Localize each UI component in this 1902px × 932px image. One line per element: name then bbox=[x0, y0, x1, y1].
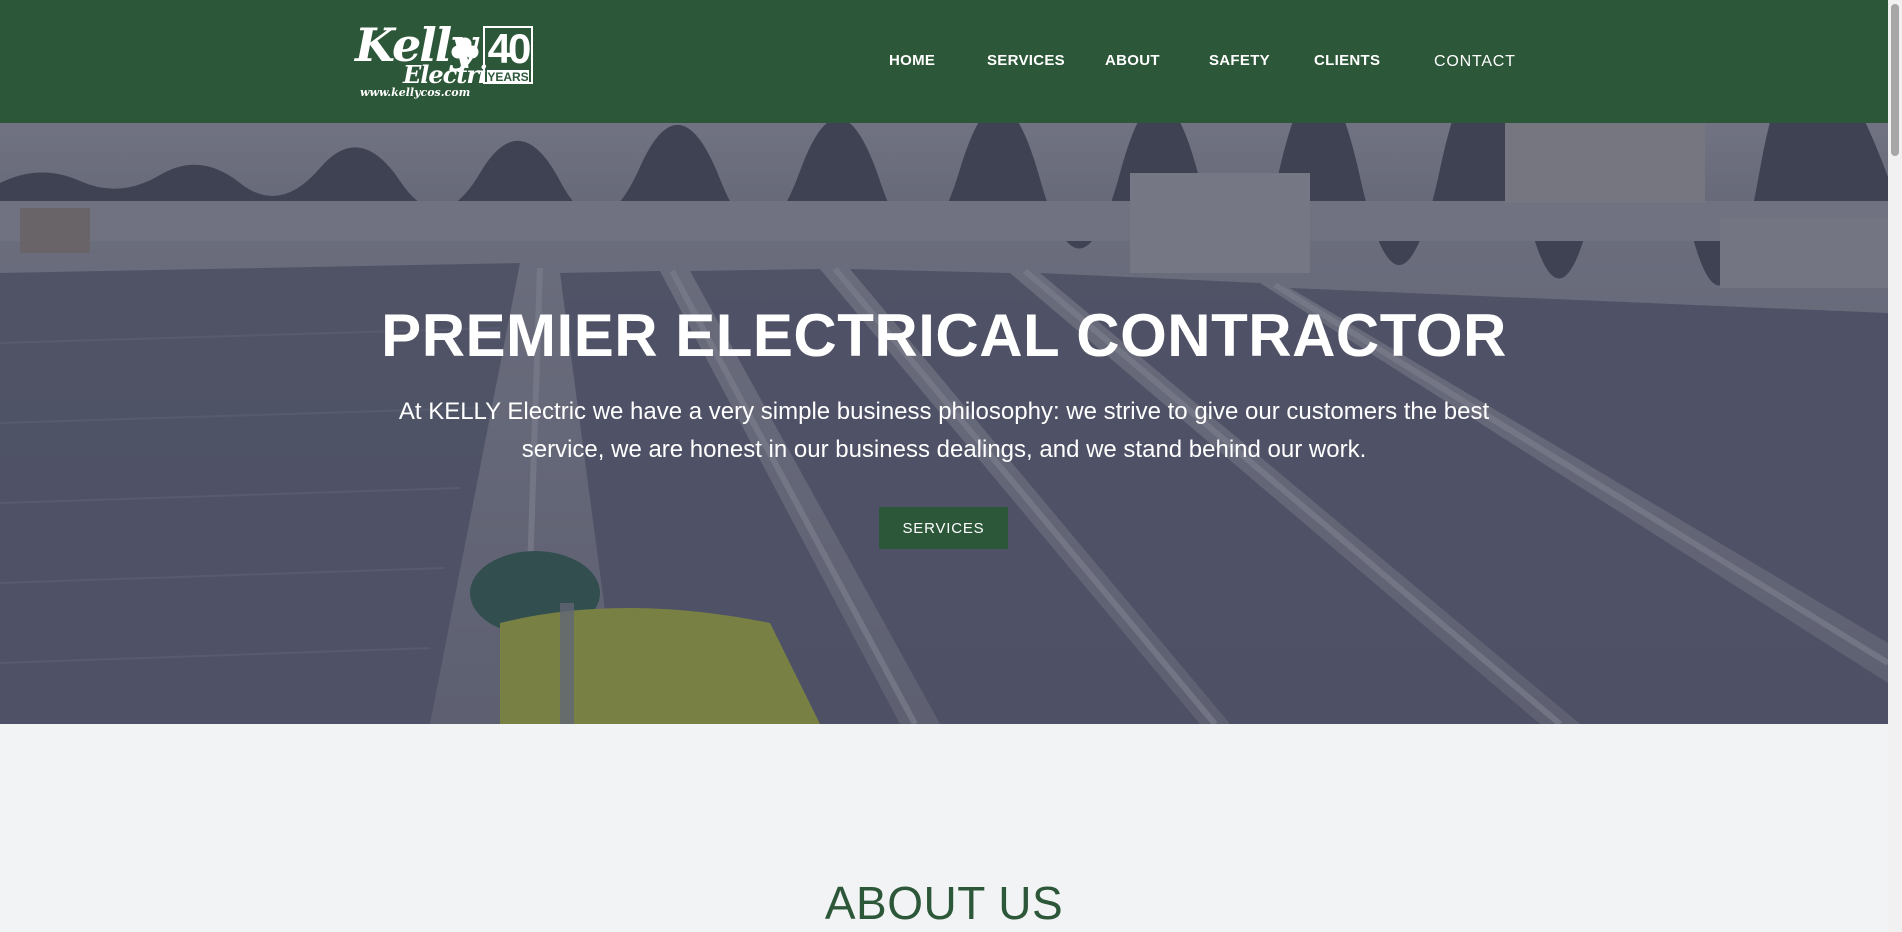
about-us-heading: ABOUT US bbox=[824, 877, 1064, 929]
hero-description: At KELLY Electric we have a very simple … bbox=[398, 398, 1490, 463]
nav-home[interactable]: HOME bbox=[889, 52, 935, 69]
hero-section: PREMIER ELECTRICAL CONTRACTOR At KELLY E… bbox=[0, 123, 1888, 724]
site-header: Kelly Electric 40 YEARS www.kellycos.com… bbox=[0, 0, 1888, 123]
nav-services[interactable]: SERVICES bbox=[987, 52, 1065, 69]
page: Kelly Electric 40 YEARS www.kellycos.com… bbox=[0, 0, 1888, 932]
scrollbar-thumb[interactable] bbox=[1891, 4, 1899, 156]
services-button[interactable]: SERVICES bbox=[879, 507, 1008, 549]
page-scrollbar[interactable] bbox=[1888, 0, 1902, 932]
hero-title: PREMIER ELECTRICAL CONTRACTOR bbox=[381, 302, 1507, 369]
nav-contact[interactable]: CONTACT bbox=[1434, 53, 1516, 71]
nav-about[interactable]: ABOUT bbox=[1105, 52, 1160, 69]
nav-safety[interactable]: SAFETY bbox=[1209, 52, 1270, 69]
main-nav: HOME SERVICES ABOUT SAFETY CLIENTS CONTA… bbox=[0, 0, 1888, 123]
nav-clients[interactable]: CLIENTS bbox=[1314, 52, 1380, 69]
